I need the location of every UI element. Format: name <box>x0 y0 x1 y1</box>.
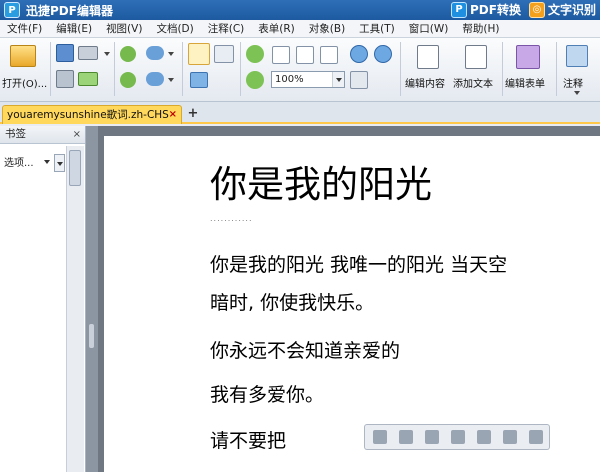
document-tab[interactable]: youaremysunshine歌词.zh-CHS × <box>2 105 182 124</box>
edit-form-icon <box>516 45 540 69</box>
menu-document[interactable]: 文档(D) <box>149 21 200 36</box>
page-navigation-bar <box>364 424 550 450</box>
add-text-label: 添加文本 <box>453 79 493 90</box>
bookmark-panel: 书签 × 选项... <box>0 126 86 472</box>
panel-splitter[interactable] <box>86 126 98 472</box>
pdf-convert-label: PDF转换 <box>470 3 521 17</box>
menu-bar: 文件(F) 编辑(E) 视图(V) 文档(D) 注释(C) 表单(R) 对象(B… <box>0 20 600 38</box>
undo-dropdown-icon[interactable] <box>168 52 174 56</box>
lyric-line-5: 请不要把 <box>210 430 287 452</box>
ocr-icon: ◎ <box>528 1 545 18</box>
zoom-value: 100% <box>275 74 304 85</box>
pdf-convert-button[interactable]: P PDF转换 <box>451 1 521 18</box>
bookmark-options-button[interactable]: 选项... <box>4 156 50 172</box>
menu-comment[interactable]: 注释(C) <box>201 21 252 36</box>
menu-object[interactable]: 对象(B) <box>302 21 352 36</box>
single-page-icon[interactable] <box>477 430 491 444</box>
menu-file[interactable]: 文件(F) <box>0 21 49 36</box>
menu-help[interactable]: 帮助(H) <box>455 21 506 36</box>
redo-icon[interactable] <box>146 72 164 86</box>
next-page-icon[interactable] <box>425 430 439 444</box>
zoom-out-icon[interactable] <box>374 45 392 63</box>
edit-form-button[interactable]: 编辑表单 <box>504 41 554 99</box>
edit-content-icon <box>417 45 439 69</box>
save-icon[interactable] <box>56 44 74 62</box>
bookmark-header: 书签 × <box>0 126 85 144</box>
folder-icon <box>10 45 36 67</box>
document-viewport[interactable]: 你是我的阳光 ............ 你是我的阳光 我唯一的阳光 当天空 暗时… <box>98 126 600 472</box>
annotate-button[interactable]: 注释 <box>558 41 598 99</box>
edit-content-button[interactable]: 编辑内容 <box>404 41 452 99</box>
bookmark-options-dropdown-icon[interactable] <box>44 160 50 164</box>
previous-page-icon[interactable] <box>399 430 413 444</box>
splitter-grip[interactable] <box>89 324 94 348</box>
open-button[interactable]: 打开(O)... <box>2 41 48 99</box>
email-icon[interactable] <box>78 72 98 86</box>
continuous-page-icon[interactable] <box>503 430 517 444</box>
open-label: 打开(O)... <box>2 79 48 90</box>
actual-size-icon[interactable] <box>272 46 290 64</box>
menu-edit[interactable]: 编辑(E) <box>49 21 99 36</box>
print-preview-icon[interactable] <box>56 70 74 88</box>
document-heading: 你是我的阳光 <box>210 163 432 206</box>
back-icon[interactable] <box>120 46 136 62</box>
add-text-button[interactable]: 添加文本 <box>452 41 500 99</box>
lyric-line-2: 暗时, 你使我快乐。 <box>210 292 375 314</box>
title-actions: P PDF转换 ◎ 文字识别 <box>451 1 596 18</box>
heading-underline: ............ <box>210 214 253 223</box>
menu-form[interactable]: 表单(R) <box>251 21 302 36</box>
document-tab-label: youaremysunshine歌词.zh-CHS <box>7 109 169 121</box>
menu-window[interactable]: 窗口(W) <box>402 21 456 36</box>
pdf-page: 你是我的阳光 ............ 你是我的阳光 我唯一的阳光 当天空 暗时… <box>104 136 600 472</box>
lyric-line-3: 你永远不会知道亲爱的 <box>210 340 401 362</box>
menu-view[interactable]: 视图(V) <box>99 21 149 36</box>
annotate-dropdown-icon[interactable] <box>574 91 580 95</box>
bookmark-close-icon[interactable]: × <box>73 126 81 143</box>
first-page-icon[interactable] <box>373 430 387 444</box>
pdf-convert-icon: P <box>451 1 468 18</box>
forward-icon[interactable] <box>120 72 136 88</box>
annotate-label: 注释 <box>563 79 583 90</box>
ocr-label: 文字识别 <box>547 3 596 17</box>
fit-width-icon[interactable] <box>320 46 338 64</box>
tab-bar: youaremysunshine歌词.zh-CHS × + <box>0 102 600 124</box>
tab-close-icon[interactable]: × <box>169 106 177 124</box>
last-page-icon[interactable] <box>451 430 465 444</box>
edit-form-label: 编辑表单 <box>505 79 545 90</box>
zoom-select[interactable]: 100% <box>271 71 345 88</box>
rotate-left-icon[interactable] <box>246 45 264 63</box>
edit-content-label: 编辑内容 <box>405 79 445 90</box>
bookmark-expand-button[interactable] <box>54 154 65 172</box>
snapshot-icon[interactable] <box>190 72 208 88</box>
select-text-icon[interactable] <box>214 45 234 63</box>
lyric-line-1: 你是我的阳光 我唯一的阳光 当天空 <box>210 254 508 276</box>
app-logo-icon: P <box>4 2 20 18</box>
add-text-icon <box>465 45 487 69</box>
help-icon[interactable] <box>529 430 543 444</box>
menu-tools[interactable]: 工具(T) <box>352 21 402 36</box>
zoom-dropdown-icon[interactable] <box>332 72 344 87</box>
print-icon[interactable] <box>78 46 98 60</box>
zoom-in-icon[interactable] <box>350 45 368 63</box>
print-dropdown-icon[interactable] <box>104 52 110 56</box>
bookmark-scroll-thumb[interactable] <box>69 150 81 186</box>
zoom-tool-icon[interactable] <box>350 71 368 89</box>
undo-icon[interactable] <box>146 46 164 60</box>
bookmark-scrollbar[interactable] <box>66 146 84 472</box>
lyric-line-4: 我有多爱你。 <box>210 384 325 406</box>
hand-tool-icon[interactable] <box>188 43 210 65</box>
bookmark-title: 书签 <box>5 128 26 140</box>
title-bar: P 迅捷PDF编辑器 P PDF转换 ◎ 文字识别 <box>0 0 600 20</box>
app-title: 迅捷PDF编辑器 <box>26 3 113 18</box>
redo-dropdown-icon[interactable] <box>168 78 174 82</box>
annotate-icon <box>566 45 588 67</box>
rotate-right-icon[interactable] <box>246 71 264 89</box>
new-tab-button[interactable]: + <box>186 107 200 121</box>
fit-page-icon[interactable] <box>296 46 314 64</box>
toolbar: 打开(O)... 100% 编辑内容 添加文本 编辑表单 注释 <box>0 38 600 102</box>
ocr-button[interactable]: ◎ 文字识别 <box>528 1 596 18</box>
